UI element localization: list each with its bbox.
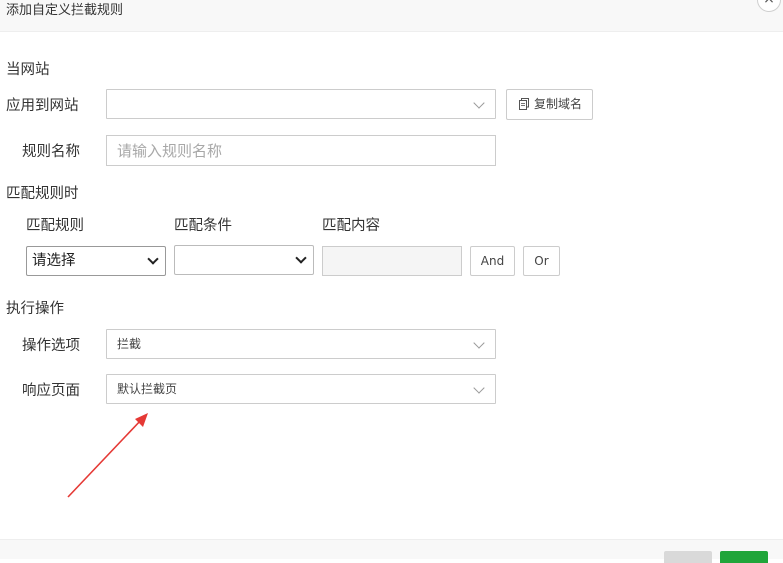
match-section-label: 匹配规则时: [6, 186, 79, 202]
chevron-down-icon: [473, 337, 485, 349]
action-option-label: 操作选项: [22, 338, 80, 354]
match-rule-select[interactable]: 请选择: [26, 246, 166, 276]
rule-name-label: 规则名称: [22, 144, 80, 160]
copy-icon: [519, 98, 529, 110]
rule-name-input[interactable]: 请输入规则名称: [106, 135, 496, 166]
or-button[interactable]: Or: [523, 246, 560, 276]
dialog-header: 添加自定义拦截规则: [0, 0, 783, 32]
chevron-down-icon: [473, 382, 485, 394]
chevron-down-icon: [295, 252, 307, 264]
match-content-column-label: 匹配内容: [322, 218, 380, 234]
response-page-label: 响应页面: [22, 383, 80, 399]
annotation-arrow: [67, 413, 148, 498]
response-page-value: 默认拦截页: [117, 382, 178, 396]
site-section-label: 当网站: [6, 62, 50, 78]
response-page-select[interactable]: 默认拦截页: [106, 374, 496, 404]
match-rule-column-label: 匹配规则: [26, 218, 84, 234]
copy-domain-label: 复制域名: [534, 97, 583, 111]
confirm-button[interactable]: [720, 551, 768, 563]
match-content-input[interactable]: [322, 246, 462, 276]
match-rule-value: 请选择: [32, 253, 76, 269]
copy-domain-button[interactable]: 复制域名: [506, 89, 593, 120]
match-condition-select[interactable]: [174, 245, 314, 275]
chevron-down-icon: [147, 253, 159, 265]
dialog-footer: [0, 539, 783, 563]
action-section-label: 执行操作: [6, 301, 64, 317]
and-button[interactable]: And: [470, 246, 515, 276]
apply-to-site-label: 应用到网站: [6, 98, 79, 114]
rule-name-placeholder: 请输入规则名称: [117, 142, 223, 160]
dialog-title: 添加自定义拦截规则: [6, 3, 124, 18]
chevron-down-icon: [473, 97, 485, 109]
apply-to-site-select[interactable]: [106, 89, 496, 119]
action-option-value: 拦截: [117, 337, 142, 351]
action-option-select[interactable]: 拦截: [106, 329, 496, 359]
cancel-button[interactable]: [664, 551, 712, 563]
match-condition-column-label: 匹配条件: [174, 218, 232, 234]
